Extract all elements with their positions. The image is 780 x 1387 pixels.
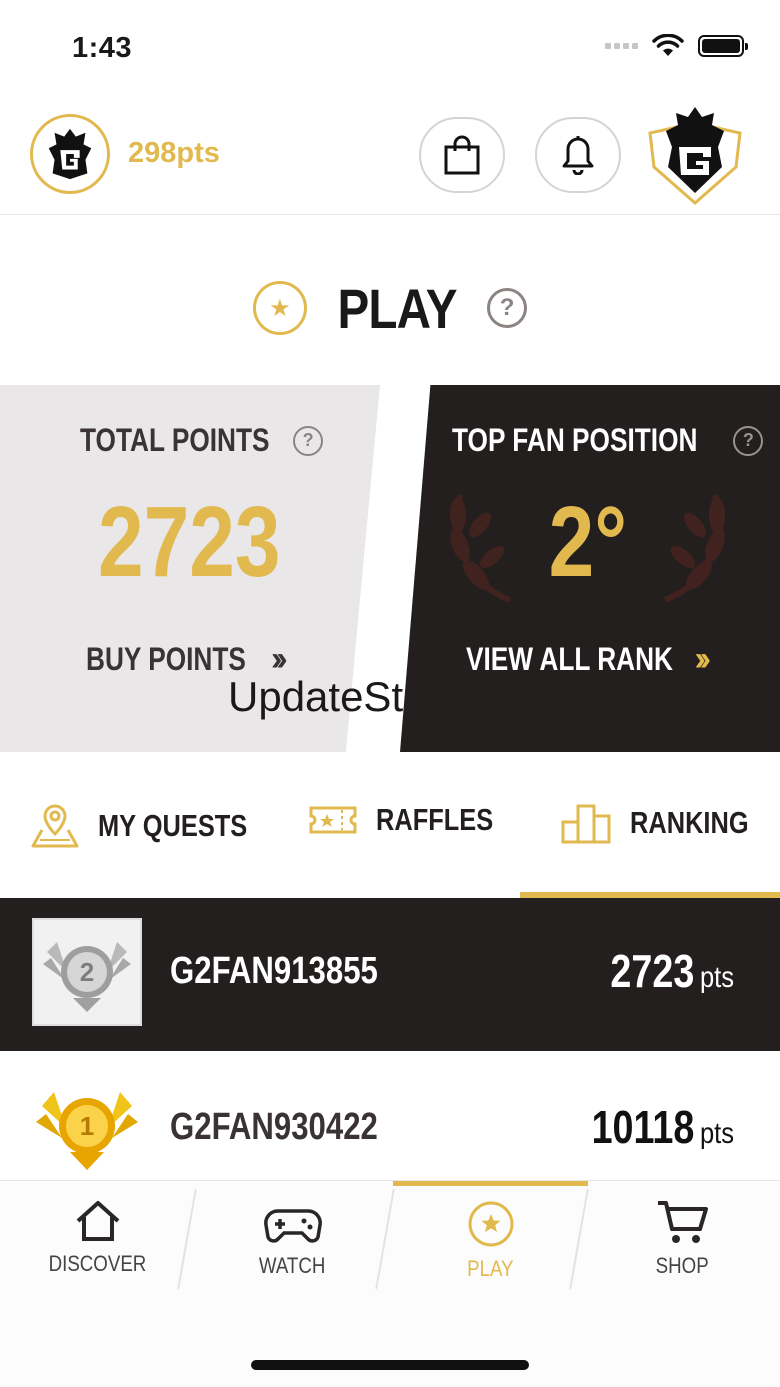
nav-play-label: PLAY [467, 1256, 514, 1281]
total-points-label: TOTAL POINTS ? [80, 422, 324, 459]
cellular-signal-icon [605, 43, 638, 49]
total-points-label-text: TOTAL POINTS [80, 422, 270, 458]
ticket-icon [309, 806, 357, 834]
home-indicator[interactable] [251, 1360, 529, 1370]
tab-ranking-label: RANKING [630, 805, 749, 840]
nav-watch[interactable]: WATCH [195, 1181, 390, 1321]
play-title-row: ★ PLAY ? [0, 258, 780, 358]
top-fan-position-label: TOP FAN POSITION ? [452, 422, 764, 459]
nav-discover-label: DISCOVER [48, 1251, 147, 1276]
ranking-username: G2FAN930422 [170, 1106, 378, 1148]
tab-raffles-label: RAFFLES [376, 802, 494, 837]
gold-medal-icon: 1 [32, 1074, 142, 1182]
ranking-points-value: 10118 [591, 1101, 694, 1153]
star-circle-icon [468, 1201, 513, 1247]
top-fan-position-value: 2° [548, 486, 628, 598]
tab-my-quests-label: MY QUESTS [98, 808, 248, 843]
home-icon [76, 1201, 119, 1241]
svg-text:2: 2 [80, 957, 94, 987]
ranking-points: 2723 pts [606, 944, 740, 998]
laurel-right-icon [663, 494, 725, 603]
silver-medal-icon: 2 [32, 918, 142, 1026]
g2-avatar-icon[interactable] [30, 114, 110, 194]
status-icons [605, 34, 748, 58]
help-icon[interactable]: ? [293, 425, 324, 456]
shopping-bag-icon [444, 135, 480, 175]
map-pin-icon [31, 804, 79, 848]
nav-play[interactable]: PLAY [393, 1181, 588, 1321]
status-time: 1:43 [72, 32, 133, 64]
ranking-points-unit: pts [699, 961, 734, 994]
g2-team-logo[interactable] [646, 103, 744, 207]
battery-icon [698, 35, 748, 57]
ranking-points-value: 2723 [610, 945, 694, 997]
ranking-points-unit: pts [699, 1117, 734, 1150]
gamepad-icon [263, 1209, 322, 1243]
ranking-row-current-user[interactable]: 2 G2FAN913855 2723 pts [0, 898, 780, 1051]
star-circle-icon: ★ [252, 281, 307, 335]
laurel-left-icon [450, 494, 512, 603]
bell-icon [562, 136, 594, 175]
bottom-nav: DISCOVER WATCH PLAY SHOP [0, 1180, 780, 1387]
cart-icon [657, 1201, 708, 1243]
wifi-icon [652, 34, 684, 56]
app-header: 298pts [0, 100, 780, 215]
tab-ranking[interactable]: RANKING [560, 802, 775, 844]
notifications-button[interactable] [535, 117, 621, 193]
total-points-value: 2723 [98, 486, 281, 598]
shopping-bag-button[interactable] [419, 117, 505, 193]
nav-discover[interactable]: DISCOVER [0, 1181, 195, 1321]
svg-text:1: 1 [80, 1111, 94, 1141]
nav-shop-label: SHOP [655, 1253, 709, 1278]
podium-icon [561, 804, 611, 844]
play-tabs: MY QUESTS RAFFLES RANKING [0, 770, 780, 898]
double-chevron-right-icon: ›› [694, 640, 710, 678]
page-title: PLAY [337, 276, 457, 340]
top-fan-position-label-text: TOP FAN POSITION [452, 422, 698, 458]
header-points: 298pts [128, 137, 220, 169]
overlay-text: UpdateSt [228, 673, 404, 720]
nav-watch-label: WATCH [259, 1253, 326, 1278]
buy-points-label: BUY POINTS [86, 641, 246, 677]
tab-raffles[interactable]: RAFFLES [308, 802, 519, 838]
status-bar: 1:43 [0, 0, 780, 100]
help-icon[interactable]: ? [733, 425, 764, 456]
help-icon[interactable]: ? [487, 288, 528, 328]
tab-my-quests[interactable]: MY QUESTS [30, 802, 280, 850]
ranking-points: 10118 pts [583, 1100, 740, 1154]
nav-shop[interactable]: SHOP [585, 1181, 780, 1321]
ranking-username: G2FAN913855 [170, 950, 378, 992]
